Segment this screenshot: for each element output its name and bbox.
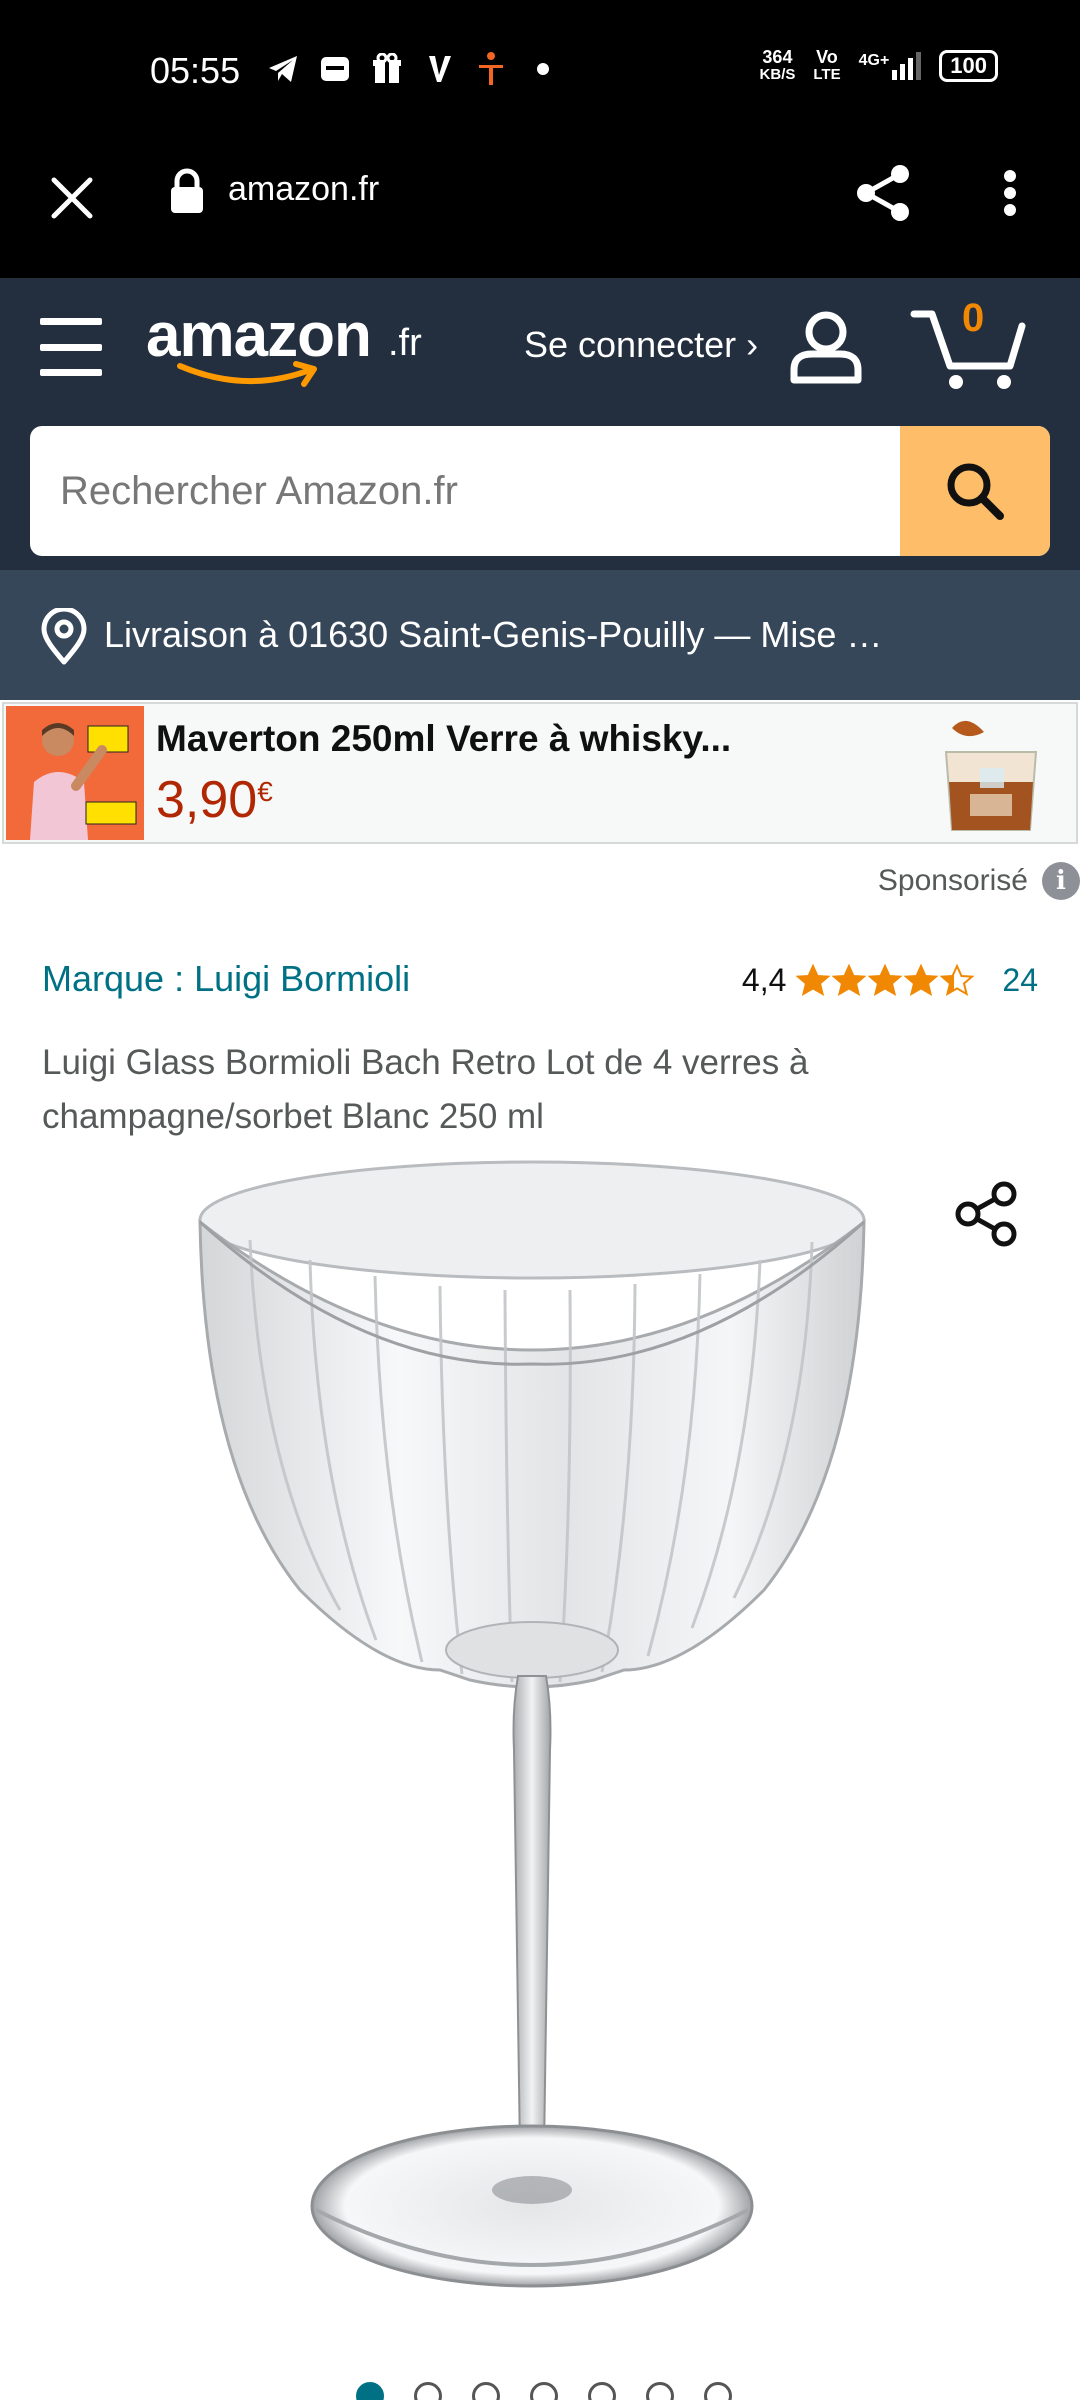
- image-share-button[interactable]: [952, 1178, 1024, 1250]
- signin-link[interactable]: Se connecter ›: [524, 324, 758, 366]
- status-bar: 05:55 364 KB/S Vo LTE 4G+ 100: [0, 0, 1080, 140]
- carousel-dot[interactable]: [414, 2382, 442, 2400]
- menu-button[interactable]: [40, 318, 102, 376]
- info-icon[interactable]: i: [1042, 862, 1080, 900]
- carousel-dot[interactable]: [472, 2382, 500, 2400]
- champagne-coupe-image: [198, 1160, 866, 2288]
- search-input[interactable]: [30, 426, 900, 556]
- carousel-dot[interactable]: [704, 2382, 732, 2400]
- carousel-dot[interactable]: [530, 2382, 558, 2400]
- banner-price: 3,90€: [156, 771, 273, 829]
- product-title: Luigi Glass Bormioli Bach Retro Lot de 4…: [42, 1043, 809, 1136]
- person-orange-icon: [474, 52, 508, 86]
- url-text[interactable]: amazon.fr: [228, 170, 379, 209]
- notification-icons: [266, 52, 560, 86]
- telegram-icon: [266, 52, 300, 86]
- lock-icon: [171, 168, 203, 213]
- more-notifications-dot-icon: [526, 52, 560, 86]
- carousel-dot[interactable]: [356, 2382, 384, 2400]
- star-icon: [940, 963, 975, 996]
- v-app-icon: [422, 52, 456, 86]
- delivery-text: Livraison à 01630 Saint-Genis-Pouilly — …: [104, 614, 883, 655]
- whisky-glass-image: [926, 712, 1056, 838]
- star-icon: [796, 963, 831, 996]
- location-pin-icon: [41, 608, 87, 665]
- amazon-logo[interactable]: amazon .fr: [146, 300, 436, 400]
- sponsored-banner[interactable]: Maverton 250ml Verre à whisky... 3,90€: [2, 702, 1078, 844]
- search-bar: [30, 426, 1050, 556]
- share-button[interactable]: [850, 160, 916, 226]
- share-icon: [955, 1181, 1017, 1247]
- hamburger-icon: [40, 318, 102, 325]
- banner-person-image: [6, 706, 144, 840]
- close-icon: [51, 177, 93, 219]
- image-carousel-dots: [356, 2382, 732, 2400]
- smile-arrow-icon: [177, 361, 317, 387]
- battery-indicator: 100: [939, 50, 998, 82]
- more-vert-icon: [1004, 170, 1016, 183]
- user-icon[interactable]: [786, 306, 866, 386]
- close-button[interactable]: [40, 166, 104, 230]
- amazon-header: amazon .fr Se connecter › 0: [0, 278, 1080, 570]
- banner-title: Maverton 250ml Verre à whisky...: [156, 718, 732, 759]
- gift-icon: [370, 52, 404, 86]
- review-count[interactable]: 24: [1002, 962, 1038, 999]
- app-notification-icon: [318, 52, 352, 86]
- more-options-button[interactable]: [990, 160, 1030, 226]
- sponsored-label: Sponsorisé: [877, 864, 1028, 897]
- product-image[interactable]: [140, 1150, 920, 2330]
- carousel-dot[interactable]: [588, 2382, 616, 2400]
- star-icon: [832, 963, 867, 996]
- share-icon: [857, 165, 909, 221]
- brand-link[interactable]: Marque : Luigi Bormioli: [42, 958, 410, 1000]
- browser-toolbar: amazon.fr: [0, 140, 1080, 278]
- cart-button[interactable]: 0: [910, 296, 1030, 392]
- search-icon: [947, 463, 1004, 520]
- status-time: 05:55: [150, 50, 241, 91]
- status-right: 364 KB/S Vo LTE 4G+ 100: [760, 48, 998, 84]
- star-icon: [904, 963, 939, 996]
- rating-value: 4,4: [741, 962, 787, 998]
- volte-indicator: Vo LTE: [813, 47, 841, 83]
- net-speed: 364 KB/S: [759, 47, 796, 83]
- carousel-dot[interactable]: [646, 2382, 674, 2400]
- logo-tld: .fr: [388, 322, 422, 364]
- search-button[interactable]: [900, 426, 1050, 556]
- star-icon: [868, 963, 903, 996]
- banner-brand-image: [6, 706, 144, 840]
- signal-icon: 4G+: [859, 52, 922, 80]
- delivery-location-bar[interactable]: Livraison à 01630 Saint-Genis-Pouilly — …: [0, 570, 1080, 700]
- cart-count: 0: [962, 296, 985, 340]
- star-rating: [796, 963, 975, 998]
- rating-summary[interactable]: 4,4 24: [742, 962, 1038, 999]
